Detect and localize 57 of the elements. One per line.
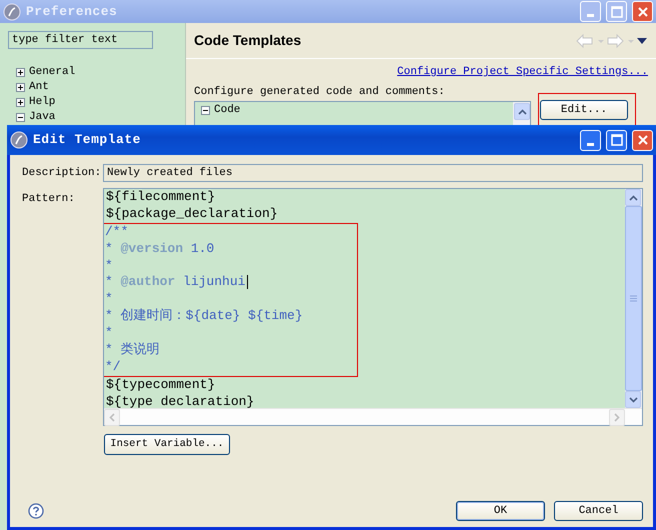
collapse-icon[interactable] xyxy=(16,113,25,122)
expand-icon[interactable] xyxy=(16,98,25,107)
scroll-thumb[interactable] xyxy=(625,206,642,391)
code-line: * @author lijunhui xyxy=(105,274,357,292)
code-line: * xyxy=(105,258,114,274)
scroll-down-icon[interactable] xyxy=(628,396,638,402)
collapse-icon[interactable] xyxy=(201,106,210,115)
settings-link[interactable]: Configure Project Specific Settings... xyxy=(397,66,648,78)
code-line: ${typecomment} xyxy=(106,376,216,394)
code-line: * xyxy=(105,291,114,308)
scroll-up-icon[interactable] xyxy=(518,108,526,114)
help-icon[interactable] xyxy=(28,503,44,519)
grip-icon xyxy=(630,295,637,302)
dropdown-icon[interactable] xyxy=(636,36,648,44)
filter-field[interactable]: type filter text xyxy=(8,31,153,49)
field-label: Pattern: xyxy=(22,192,76,207)
cancel-button[interactable]: Cancel xyxy=(554,501,643,521)
minimize-button[interactable] xyxy=(580,130,601,150)
close-button[interactable] xyxy=(632,130,653,150)
tree-item[interactable]: General xyxy=(29,64,76,81)
minimize-icon xyxy=(587,14,594,17)
section-label: Configure generated code and comments: xyxy=(193,84,446,100)
vertical-scrollbar[interactable] xyxy=(625,189,642,408)
close-icon xyxy=(636,134,648,146)
scroll-up-icon[interactable] xyxy=(628,194,638,200)
maximize-button[interactable] xyxy=(606,130,627,150)
tree-item[interactable]: Help xyxy=(29,94,56,111)
code-line: */ xyxy=(105,358,122,376)
tree-item[interactable]: Ant xyxy=(29,79,49,96)
insert-variable-button[interactable]: Insert Variable... xyxy=(104,434,230,455)
ok-button[interactable]: OK xyxy=(456,501,545,521)
code-line: ${package_declaration} xyxy=(106,206,279,223)
minimize-icon xyxy=(587,142,594,146)
maximize-icon xyxy=(610,6,622,18)
close-button[interactable] xyxy=(632,1,653,22)
code-line: * 创建时间：${date} ${time} xyxy=(105,308,304,326)
code-line: * 类说明 xyxy=(105,342,161,359)
code-line: * @version 1.0 xyxy=(105,240,216,258)
tree-item[interactable]: Code xyxy=(214,102,240,119)
tree-item[interactable]: Java xyxy=(29,109,56,126)
edit-button[interactable]: Edit... xyxy=(540,100,628,120)
close-icon xyxy=(636,6,648,18)
pattern-editor[interactable]: ${filecomment} ${package_declaration} /** * @version 1.0 * * @author lijunhui * * 创建时间：${date} ${time} * * 类说明 */ ${typecomment} ${type declaration} xyxy=(103,188,643,426)
field-label: Description: xyxy=(22,166,102,181)
code-line: /** xyxy=(105,224,130,241)
window-title: Preferences xyxy=(26,2,118,21)
app-icon xyxy=(10,131,28,149)
expand-icon[interactable] xyxy=(16,68,25,77)
description-field[interactable]: Newly created files xyxy=(103,164,643,182)
page-heading: Code Templates xyxy=(194,31,302,50)
expand-icon[interactable] xyxy=(16,83,25,92)
code-line: * xyxy=(105,325,114,342)
app-icon xyxy=(3,2,21,20)
code-line: ${type declaration} xyxy=(106,394,256,408)
maximize-icon xyxy=(610,134,622,146)
dialog-title: Edit Template xyxy=(33,131,142,150)
code-line: ${filecomment} xyxy=(106,189,216,206)
